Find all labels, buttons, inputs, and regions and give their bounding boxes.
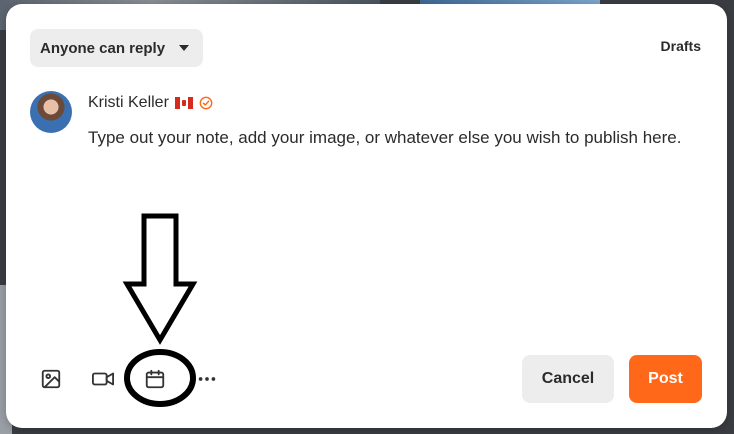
reply-setting-label: Anyone can reply (40, 39, 166, 57)
cancel-button[interactable]: Cancel (522, 355, 614, 403)
canada-flag-icon (174, 97, 193, 109)
image-icon (41, 369, 61, 389)
caret-down-icon (179, 45, 190, 51)
reply-setting-dropdown[interactable]: Anyone can reply (30, 29, 204, 67)
avatar (30, 91, 72, 133)
verified-badge-icon (199, 96, 213, 110)
composer-toolbar (36, 364, 222, 394)
video-icon (91, 372, 114, 386)
post-button[interactable]: Post (629, 355, 702, 403)
calendar-icon (145, 369, 165, 389)
drafts-link[interactable]: Drafts (661, 38, 701, 54)
note-composer-dialog: Anyone can reply Drafts Kristi Keller Ty… (6, 4, 727, 428)
more-options-button[interactable] (192, 364, 222, 394)
add-video-button[interactable] (88, 364, 118, 394)
author-row: Kristi Keller (88, 94, 213, 112)
add-image-button[interactable] (36, 364, 66, 394)
note-text-input[interactable]: Type out your note, add your image, or w… (88, 125, 688, 151)
more-icon (198, 377, 216, 381)
author-name: Kristi Keller (88, 94, 169, 111)
schedule-button[interactable] (140, 364, 170, 394)
